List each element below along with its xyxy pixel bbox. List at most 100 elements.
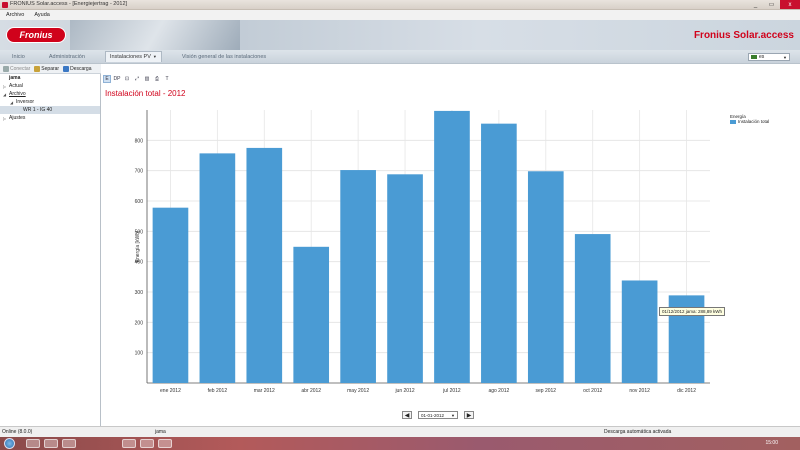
status-installation: jama: [155, 429, 166, 435]
maximize-button[interactable]: ▭: [764, 0, 779, 9]
tree-item-wr-1-ig-40[interactable]: WR 1 - IG 40: [0, 106, 100, 114]
browser-taskbar-icon[interactable]: [44, 439, 58, 448]
x-tick-label: nov 2012: [629, 388, 650, 394]
language-value: es: [759, 54, 765, 60]
x-tick-label: mar 2012: [254, 388, 275, 394]
navigation-tree: jama ▷ Actual ◢ Archivo ◢ Inversor WR 1 - IG 4…: [0, 74, 101, 426]
y-tick-label: 800: [135, 138, 144, 144]
close-button[interactable]: x: [780, 0, 800, 9]
tab-label: Instalaciones PV: [109, 54, 151, 60]
x-tick-label: feb 2012: [208, 388, 228, 394]
menu-bar: Archivo Ayuda: [0, 10, 800, 20]
download-icon: [63, 65, 70, 72]
connect-label: Conectar: [10, 65, 31, 72]
tree-item-archivo[interactable]: ◢ Archivo: [0, 90, 100, 98]
header-banner: Fronius Fronius Solar.access: [0, 20, 800, 50]
status-online: Online (8.0.0): [2, 429, 33, 435]
app-taskbar-icon[interactable]: [140, 439, 154, 448]
date-navigator: ◀ 01-01-2012 ▼ ▶: [402, 411, 474, 419]
bar-ene-2012: [152, 207, 189, 383]
tab-instalaciones-pv[interactable]: Instalaciones PV ▼: [104, 51, 162, 62]
x-tick-label: ago 2012: [488, 388, 509, 394]
tree-item-actual[interactable]: ▷ Actual: [0, 82, 100, 90]
tree-root[interactable]: jama: [0, 74, 100, 82]
tree-item-label: Inversor: [16, 99, 35, 105]
tree-item-ajustes[interactable]: ▷ Ajustes: [0, 114, 100, 122]
tab-label: Administración: [48, 53, 85, 60]
separate-button[interactable]: Separar: [34, 65, 59, 72]
next-period-button[interactable]: ▶: [464, 411, 474, 419]
minimize-button[interactable]: _: [748, 0, 763, 9]
legend-entry-label: Instalación total: [738, 119, 770, 124]
x-tick-label: abr 2012: [301, 388, 321, 394]
tab-administracion[interactable]: Administración: [45, 52, 89, 62]
x-tick-label: sep 2012: [536, 388, 557, 394]
print-icon[interactable]: ⎙: [153, 75, 161, 83]
y-axis-label: Energía [kWh]: [135, 230, 141, 262]
bar-chart-svg: 100200300400500600700800Energía [kWh]ene…: [135, 110, 710, 394]
bar-may-2012: [340, 170, 376, 383]
bar-jun-2012: [387, 174, 423, 383]
bar-ago-2012: [481, 123, 517, 384]
tree-item-label: Archivo: [9, 91, 26, 97]
legend-swatch: [730, 119, 736, 124]
chart-toolbar: E DP ⊡ ⤢ ▥ ⎙ T: [103, 74, 183, 84]
bar-sep-2012: [527, 171, 564, 383]
text-icon[interactable]: T: [163, 75, 171, 83]
menu-archivo[interactable]: Archivo: [6, 12, 24, 18]
x-tick-label: may 2012: [347, 388, 369, 394]
brand-title: Fronius Solar.access: [693, 30, 794, 41]
previous-period-button[interactable]: ◀: [402, 411, 412, 419]
menu-ayuda[interactable]: Ayuda: [34, 12, 50, 18]
app-taskbar-icon[interactable]: [122, 439, 136, 448]
download-label: Descarga: [70, 65, 92, 72]
tree-item-label: WR 1 - IG 40: [23, 107, 53, 113]
flag-icon: [751, 55, 757, 59]
chart-legend: Energía Instalación total: [730, 114, 769, 124]
chevron-down-icon: ▼: [783, 54, 787, 60]
language-select[interactable]: es ▼: [748, 53, 790, 61]
connect-button[interactable]: Conectar: [3, 65, 31, 72]
download-button[interactable]: Descarga: [63, 65, 92, 72]
date-select[interactable]: 01-01-2012 ▼: [418, 411, 458, 419]
connect-icon: [3, 65, 9, 72]
window-controls: _ ▭ x: [747, 0, 800, 10]
chart-title: Instalación total - 2012: [105, 89, 186, 98]
app-icon: [2, 2, 8, 8]
energy-view-button[interactable]: E: [103, 75, 111, 83]
bar-nov-2012: [621, 280, 658, 383]
folder-taskbar-icon[interactable]: [62, 439, 76, 448]
separate-icon: [34, 65, 41, 72]
os-taskbar: 15:00: [0, 437, 800, 450]
tab-vision-general[interactable]: Visión general de las instalaciones: [178, 52, 270, 62]
energy-chart: 100 200 300 400 500 600 700 800 Energía [kWh] ene…: [102, 100, 800, 405]
status-bar: Online (8.0.0) jama Descarga automática …: [0, 426, 800, 437]
date-value: 01-01-2012: [421, 412, 445, 418]
tab-label: Visión general de las instalaciones: [181, 53, 267, 60]
start-button[interactable]: [4, 438, 15, 449]
bar-tooltip: 01/12/2012 jama: 288,89 kWh: [659, 307, 726, 316]
expand-icon[interactable]: ⤢: [133, 75, 141, 83]
explorer-taskbar-icon[interactable]: [26, 439, 40, 448]
x-tick-label: oct 2012: [583, 388, 602, 394]
dp-view-button[interactable]: DP: [113, 75, 121, 83]
tree-item-inversor[interactable]: ◢ Inversor: [0, 98, 100, 106]
clock: 15:00: [765, 440, 778, 446]
tree-item-label: Ajustes: [9, 115, 26, 121]
window-title-bar: FRONIUS Solar.access - [Energiejertrag -…: [0, 0, 800, 10]
export-icon[interactable]: ▥: [143, 75, 151, 83]
tab-inicio[interactable]: Inicio: [8, 52, 29, 62]
chevron-down-icon: ▼: [152, 54, 157, 59]
y-tick-label: 200: [135, 320, 144, 326]
y-tick-label: 600: [135, 199, 144, 205]
status-auto-download: Descarga automática activada: [604, 429, 672, 435]
fronius-logo: Fronius: [6, 27, 66, 43]
app-taskbar-icon[interactable]: [158, 439, 172, 448]
tree-item-label: Actual: [9, 83, 23, 89]
table-icon[interactable]: ⊡: [123, 75, 131, 83]
x-tick-label: jul 2012: [442, 388, 461, 394]
x-tick-label: ene 2012: [160, 388, 181, 394]
bar-feb-2012: [199, 153, 236, 383]
x-tick-label: dic 2012: [677, 388, 696, 394]
legend-entry: Instalación total: [730, 119, 769, 124]
